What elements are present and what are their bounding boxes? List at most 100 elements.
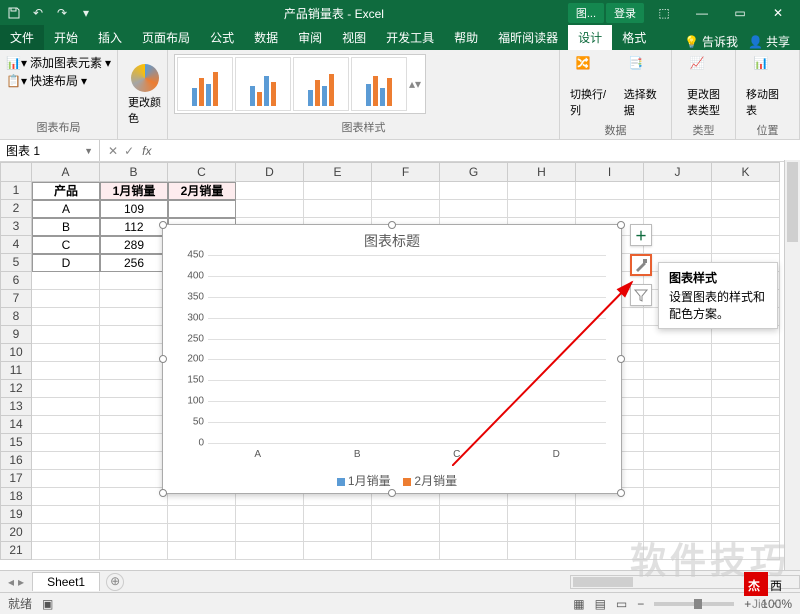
- select-data-button[interactable]: 📑选择数据: [620, 54, 665, 120]
- row-header[interactable]: 14: [0, 416, 32, 434]
- gallery-more-icon[interactable]: ▴▾: [409, 57, 423, 111]
- cell[interactable]: [644, 218, 712, 236]
- tab-insert[interactable]: 插入: [88, 25, 132, 50]
- cell[interactable]: [304, 542, 372, 560]
- add-chart-element-button[interactable]: 📊▾添加图表元素▾: [6, 54, 111, 71]
- cell[interactable]: [576, 524, 644, 542]
- tell-me-icon[interactable]: 💡告诉我: [684, 33, 738, 50]
- close-icon[interactable]: ✕: [760, 0, 796, 26]
- cell[interactable]: [32, 488, 100, 506]
- cell[interactable]: [440, 182, 508, 200]
- cell[interactable]: 256: [100, 254, 168, 272]
- cell[interactable]: [712, 344, 780, 362]
- redo-icon[interactable]: ↷: [52, 3, 72, 23]
- spreadsheet-grid[interactable]: A B C D E F G H I J K 1产品1月销量2月销量2A1093B…: [0, 162, 800, 570]
- cell[interactable]: [644, 200, 712, 218]
- cell[interactable]: [32, 524, 100, 542]
- macro-record-icon[interactable]: ▣: [42, 597, 53, 611]
- chevron-down-icon[interactable]: ▼: [84, 146, 93, 156]
- cell[interactable]: [100, 290, 168, 308]
- select-all-corner[interactable]: [0, 162, 32, 182]
- row-header[interactable]: 11: [0, 362, 32, 380]
- sheet-prev-icon[interactable]: ◂: [8, 575, 14, 589]
- share-button[interactable]: 👤共享: [748, 33, 790, 50]
- cell[interactable]: B: [32, 218, 100, 236]
- view-break-icon[interactable]: ▭: [616, 597, 627, 611]
- row-header[interactable]: 21: [0, 542, 32, 560]
- cell[interactable]: [32, 326, 100, 344]
- cell[interactable]: A: [32, 200, 100, 218]
- cell[interactable]: [304, 182, 372, 200]
- cell[interactable]: [712, 434, 780, 452]
- cell[interactable]: [236, 506, 304, 524]
- change-colors-button[interactable]: 更改颜色: [124, 54, 166, 135]
- cell[interactable]: [644, 416, 712, 434]
- quick-layout-button[interactable]: 📋▾快速布局▾: [6, 72, 111, 89]
- tab-data[interactable]: 数据: [244, 25, 288, 50]
- add-sheet-button[interactable]: ⊕: [106, 573, 124, 591]
- cell[interactable]: [32, 506, 100, 524]
- col-header[interactable]: F: [372, 162, 440, 182]
- scroll-thumb[interactable]: [787, 162, 798, 242]
- row-header[interactable]: 17: [0, 470, 32, 488]
- chart-title[interactable]: 图表标题: [163, 225, 621, 257]
- tab-home[interactable]: 开始: [44, 25, 88, 50]
- formula-input[interactable]: [157, 142, 800, 160]
- cell[interactable]: [32, 416, 100, 434]
- col-header[interactable]: E: [304, 162, 372, 182]
- resize-handle[interactable]: [617, 355, 625, 363]
- cell[interactable]: [372, 182, 440, 200]
- tab-help[interactable]: 帮助: [444, 25, 488, 50]
- col-header[interactable]: C: [168, 162, 236, 182]
- resize-handle[interactable]: [388, 489, 396, 497]
- cell[interactable]: [100, 308, 168, 326]
- cell[interactable]: [644, 344, 712, 362]
- cancel-formula-icon[interactable]: ✕: [108, 144, 118, 158]
- row-header[interactable]: 16: [0, 452, 32, 470]
- vertical-scrollbar[interactable]: [784, 160, 800, 570]
- resize-handle[interactable]: [159, 221, 167, 229]
- row-header[interactable]: 13: [0, 398, 32, 416]
- cell[interactable]: [100, 398, 168, 416]
- tab-format[interactable]: 格式: [612, 25, 656, 50]
- cell[interactable]: [100, 272, 168, 290]
- cell[interactable]: [440, 506, 508, 524]
- save-icon[interactable]: [4, 3, 24, 23]
- accept-formula-icon[interactable]: ✓: [124, 144, 134, 158]
- tab-view[interactable]: 视图: [332, 25, 376, 50]
- ribbon-options-icon[interactable]: ⬚: [646, 0, 682, 26]
- zoom-slider[interactable]: [654, 602, 734, 606]
- cell[interactable]: [32, 272, 100, 290]
- cell[interactable]: [100, 524, 168, 542]
- col-header[interactable]: I: [576, 162, 644, 182]
- cell[interactable]: [712, 470, 780, 488]
- cell[interactable]: [508, 200, 576, 218]
- scroll-thumb[interactable]: [573, 577, 633, 587]
- view-normal-icon[interactable]: ▦: [573, 597, 584, 611]
- row-header[interactable]: 19: [0, 506, 32, 524]
- row-header[interactable]: 5: [0, 254, 32, 272]
- sheet-next-icon[interactable]: ▸: [18, 575, 24, 589]
- resize-handle[interactable]: [617, 489, 625, 497]
- style-item[interactable]: [351, 57, 407, 111]
- cell[interactable]: [100, 416, 168, 434]
- login-button[interactable]: 登录: [606, 3, 644, 23]
- cell[interactable]: 2月销量: [168, 182, 236, 200]
- cell[interactable]: [100, 362, 168, 380]
- cell[interactable]: [576, 506, 644, 524]
- undo-icon[interactable]: ↶: [28, 3, 48, 23]
- cell[interactable]: [32, 380, 100, 398]
- resize-handle[interactable]: [388, 221, 396, 229]
- cell[interactable]: [644, 452, 712, 470]
- cell[interactable]: [644, 542, 712, 560]
- col-header[interactable]: G: [440, 162, 508, 182]
- cell[interactable]: [304, 506, 372, 524]
- style-item[interactable]: [177, 57, 233, 111]
- cell[interactable]: [236, 200, 304, 218]
- col-header[interactable]: B: [100, 162, 168, 182]
- cell[interactable]: [32, 344, 100, 362]
- cell[interactable]: [440, 200, 508, 218]
- tab-formulas[interactable]: 公式: [200, 25, 244, 50]
- cell[interactable]: [712, 362, 780, 380]
- cell[interactable]: [32, 362, 100, 380]
